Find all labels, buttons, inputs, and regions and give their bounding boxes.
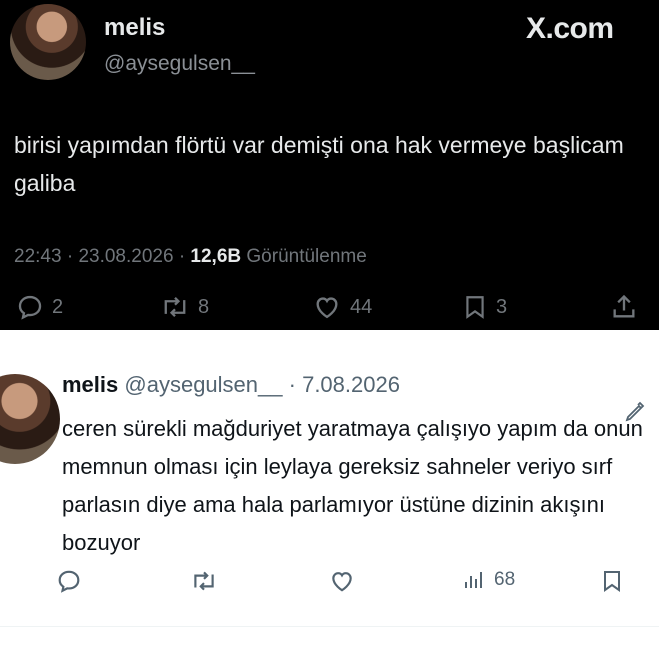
author-name[interactable]: melis <box>62 372 118 397</box>
reply-button[interactable]: 2 <box>16 293 63 321</box>
avatar[interactable] <box>10 4 86 80</box>
tweet-date[interactable]: 23.08.2026 <box>78 246 173 267</box>
views-count: 68 <box>494 569 516 590</box>
bookmark-button[interactable]: 3 <box>462 293 507 321</box>
repost-icon <box>160 293 190 321</box>
repost-count: 8 <box>198 295 210 318</box>
author-handle[interactable]: @aysegulsen__ <box>104 52 255 76</box>
top-tweet: melis @aysegulsen__ X.com birisi yapımda… <box>0 0 659 330</box>
action-bar: 68 <box>0 568 659 602</box>
views-label: Görüntülenme <box>246 246 367 267</box>
tweet-meta: 22:43 · 23.08.2026 · 12,6B Görüntülenme <box>14 246 367 268</box>
tweet-text: birisi yapımdan flörtü var demişti ona h… <box>14 132 624 196</box>
share-button[interactable] <box>610 293 638 321</box>
reply-button[interactable] <box>56 568 82 594</box>
repost-button[interactable]: 8 <box>160 293 209 321</box>
x-logo: X.com <box>526 12 614 45</box>
like-icon <box>328 568 356 594</box>
tweet-time[interactable]: 22:43 <box>14 246 62 267</box>
divider <box>0 626 659 627</box>
views-icon <box>462 568 486 592</box>
repost-button[interactable] <box>190 568 218 594</box>
quoted-tweet: melis @aysegulsen__ · 7.08.2026 ceren sü… <box>0 330 659 659</box>
author-handle[interactable]: @aysegulsen__ <box>124 372 282 397</box>
like-count: 44 <box>350 295 373 318</box>
views-count: 12,6B <box>190 246 242 267</box>
separator: · <box>288 372 303 397</box>
tweet-text: ceren sürekli mağduriyet yaratmaya çalış… <box>62 416 643 555</box>
bookmark-count: 3 <box>496 295 508 318</box>
reply-icon <box>56 568 82 594</box>
tweet-header: melis @aysegulsen__ · 7.08.2026 <box>62 372 400 398</box>
like-button[interactable] <box>328 568 356 594</box>
like-icon <box>312 293 342 321</box>
separator: · <box>66 246 79 267</box>
bookmark-icon <box>462 293 488 321</box>
action-bar: 2 8 44 3 <box>0 293 659 331</box>
author-name[interactable]: melis <box>104 14 165 42</box>
separator: · <box>178 246 191 267</box>
bookmark-button[interactable] <box>600 568 624 594</box>
reply-icon <box>16 293 44 321</box>
share-icon <box>610 293 638 321</box>
avatar[interactable] <box>0 374 60 464</box>
views-button[interactable]: 68 <box>462 568 515 592</box>
tweet-date[interactable]: 7.08.2026 <box>302 372 400 397</box>
like-button[interactable]: 44 <box>312 293 372 321</box>
repost-icon <box>190 568 218 594</box>
reply-count: 2 <box>52 295 64 318</box>
bookmark-icon <box>600 568 624 594</box>
